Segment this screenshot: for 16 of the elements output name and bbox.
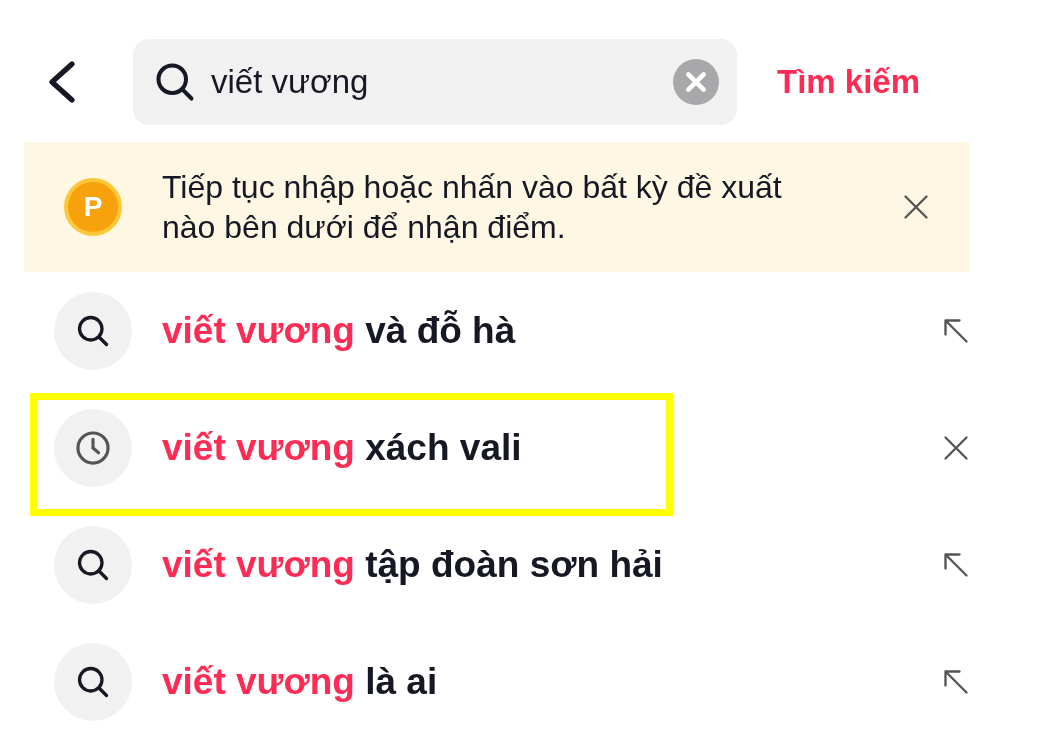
clock-icon [74,428,112,467]
remove-icon[interactable] [942,433,970,462]
suggestion-text[interactable]: viết vương tập đoàn sơn hải [162,543,663,586]
search-icon [153,60,197,104]
suggestion-text[interactable]: viết vương và đỗ hà [162,309,516,352]
arrow-icon[interactable] [942,550,970,579]
arrow-icon[interactable] [942,316,970,345]
arrow-icon[interactable] [942,667,970,696]
close-icon[interactable] [902,193,930,221]
search-field[interactable]: viết vương [133,39,737,125]
search-query: viết vương [211,63,370,101]
suggestion-text[interactable]: viết vương xách vali [162,426,522,469]
banner-text: Tiếp tục nhập hoặc nhấn vào bất kỳ đề xuất nào bên dưới để nhận điểm. [162,168,783,247]
search-button[interactable]: Tìm kiếm [777,63,921,101]
points-badge: P [64,178,122,236]
suggestion-text[interactable]: viết vương là ai [162,660,438,703]
